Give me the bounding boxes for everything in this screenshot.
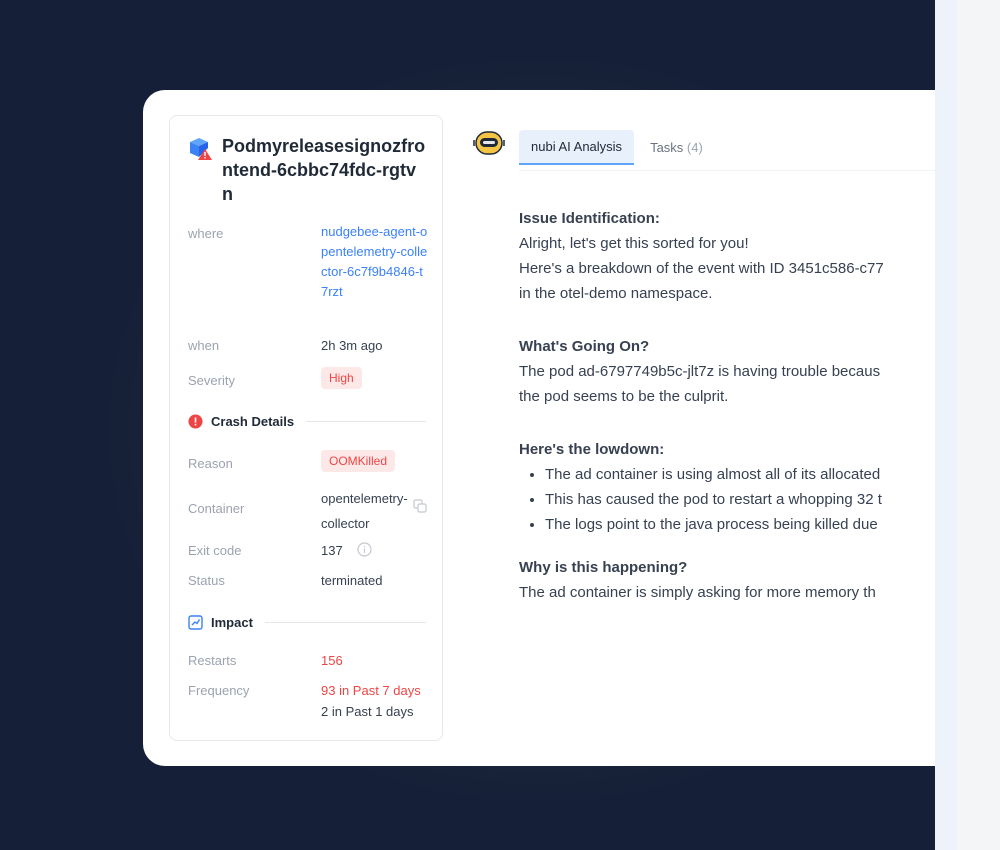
container-value: opentelemetry-collector — [321, 491, 408, 531]
restarts-label: Restarts — [188, 653, 237, 668]
lowdown-heading: Here's the lowdown: — [519, 441, 665, 458]
list-item: The logs point to the java process being… — [545, 512, 935, 537]
event-card: Podmyreleasesignozfrontend-6cbbc74fdc-rg… — [143, 90, 935, 766]
exit-code-label: Exit code — [188, 543, 242, 558]
tab-tasks-count: (4) — [686, 140, 703, 155]
going-on-heading: What's Going On? — [519, 338, 650, 355]
crash-alert-icon — [188, 414, 203, 429]
impact-icon — [188, 615, 203, 630]
impact-title: Impact — [211, 615, 253, 630]
impact-divider — [264, 622, 426, 623]
exit-code-value: 137 — [321, 543, 343, 558]
list-item: This has caused the pod to restart a who… — [545, 487, 935, 512]
pod-icon — [190, 138, 212, 160]
pod-title: Podmyreleasesignozfrontend-6cbbc74fdc-rg… — [222, 136, 426, 204]
frequency-value-7d: 93 in Past 7 days — [321, 683, 421, 698]
container-label: Container — [188, 501, 245, 516]
crash-details-section: Crash Details — [188, 414, 426, 429]
going-on-line-1: The pod ad-6797749b5c-jlt7z is having tr… — [519, 363, 881, 380]
going-on-line-2: the pod seems to be the culprit. — [519, 388, 729, 405]
severity-badge: High — [321, 367, 362, 389]
right-edge-panel — [935, 0, 1000, 850]
list-item: The ad container is using almost all of … — [545, 462, 935, 487]
why-heading: Why is this happening? — [519, 559, 688, 576]
analysis-tabs: nubi AI Analysis Tasks (4) — [519, 130, 719, 165]
tab-tasks-label: Tasks — [650, 140, 684, 155]
intro-line-2: Here's a breakdown of the event with ID … — [519, 260, 884, 277]
where-label: where — [188, 226, 224, 241]
reason-label: Reason — [188, 456, 233, 471]
pod-details-panel: Podmyreleasesignozfrontend-6cbbc74fdc-rg… — [169, 115, 443, 741]
tabs-divider — [519, 170, 935, 171]
copy-icon[interactable] — [413, 499, 427, 513]
severity-label: Severity — [188, 373, 235, 388]
frequency-label: Frequency — [188, 683, 250, 698]
intro-line-1: Alright, let's get this sorted for you! — [519, 235, 749, 252]
impact-section: Impact — [188, 615, 426, 630]
when-value: 2h 3m ago — [321, 338, 383, 353]
info-icon[interactable] — [357, 542, 372, 557]
crash-details-title: Crash Details — [211, 414, 295, 429]
tab-tasks[interactable]: Tasks (4) — [634, 131, 719, 164]
why-line-1: The ad container is simply asking for mo… — [519, 584, 876, 601]
status-label: Status — [188, 573, 225, 588]
pod-title-row: Podmyreleasesignozfrontend-6cbbc74fdc-rg… — [188, 134, 427, 206]
restarts-value: 156 — [321, 653, 343, 668]
status-value: terminated — [321, 573, 383, 588]
analysis-content: Issue Identification: Alright, let's get… — [519, 206, 935, 605]
where-link[interactable]: nudgebee-agent-opentelemetry-collector-6… — [321, 222, 429, 302]
reason-badge: OOMKilled — [321, 450, 396, 472]
frequency-value-1d: 2 in Past 1 days — [321, 704, 414, 719]
lowdown-list: The ad container is using almost all of … — [519, 462, 935, 537]
bot-icon — [473, 131, 505, 155]
issue-heading: Issue Identification: — [519, 210, 660, 227]
right-edge-strip — [935, 0, 957, 850]
tab-nubi-ai-analysis[interactable]: nubi AI Analysis — [519, 130, 635, 165]
when-label: when — [188, 338, 220, 353]
crash-details-divider — [306, 421, 426, 422]
intro-line-3: in the otel-demo namespace. — [519, 285, 713, 302]
